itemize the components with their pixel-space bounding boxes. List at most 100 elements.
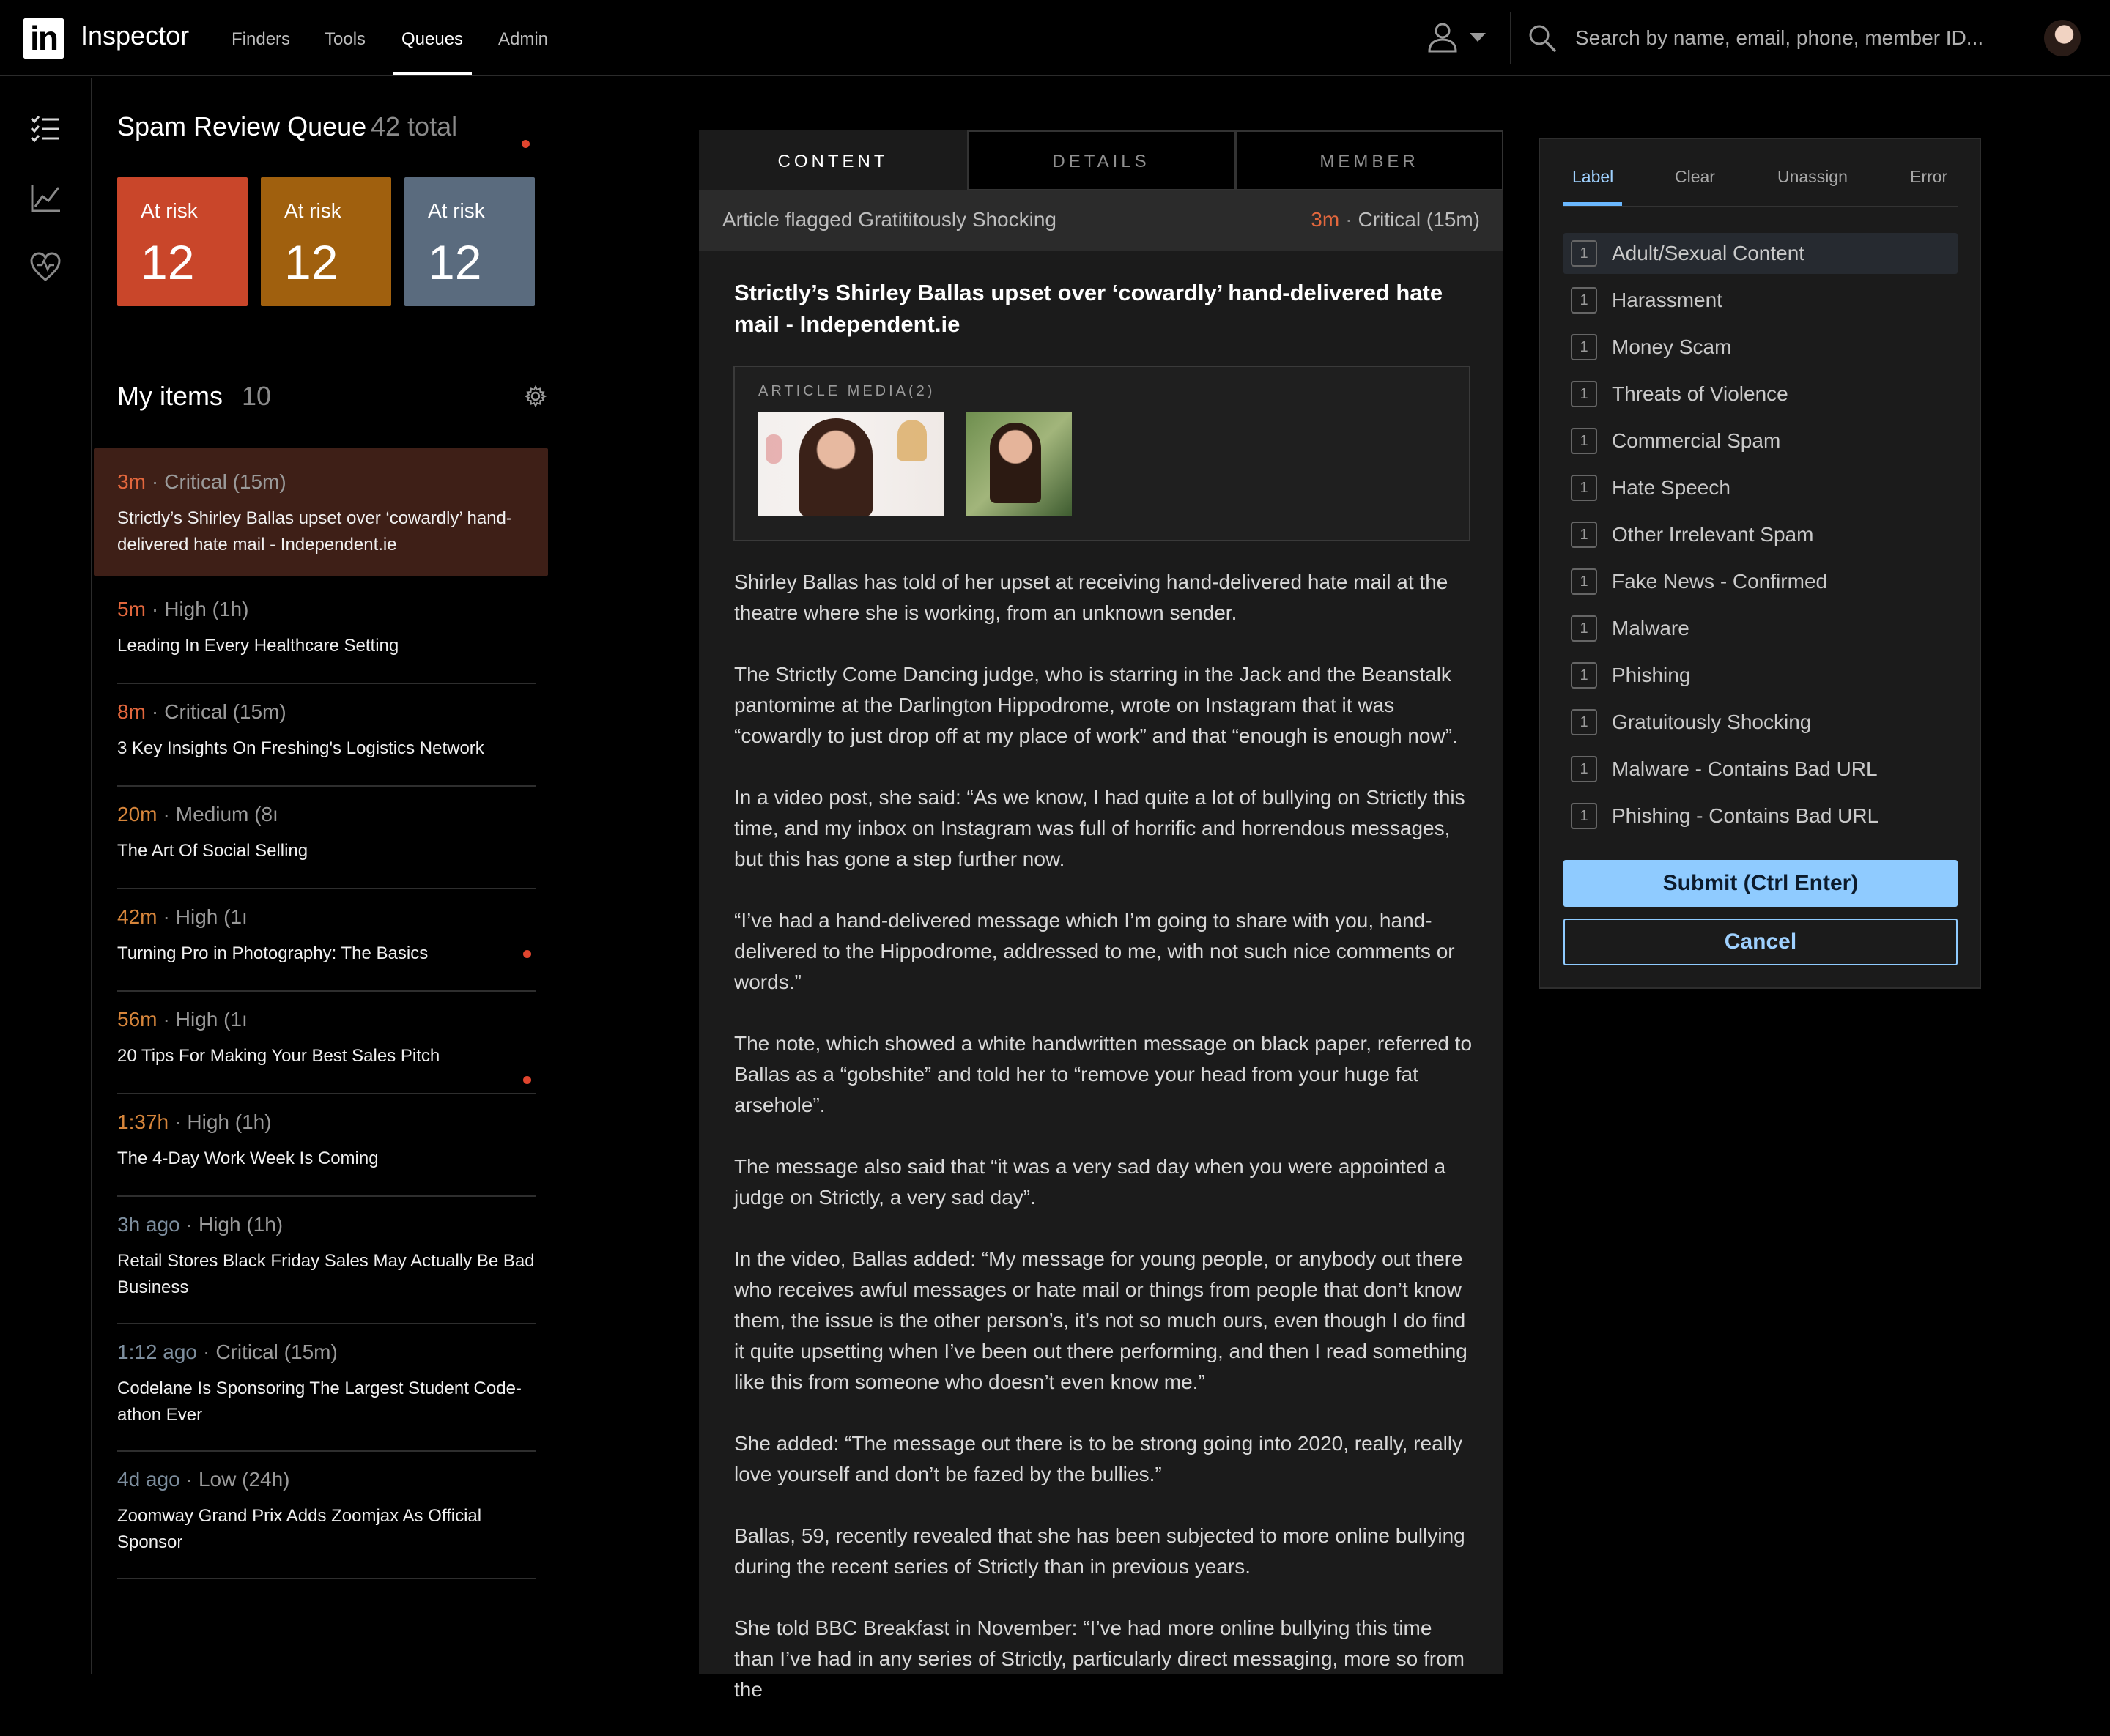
label-option[interactable]: 1 Hate Speech: [1563, 467, 1958, 508]
shortcut-key: 1: [1571, 334, 1597, 360]
risk-count: 12: [428, 235, 482, 289]
label-text: Other Irrelevant Spam: [1612, 523, 1814, 546]
label-text: Malware - Contains Bad URL: [1612, 757, 1878, 780]
shortcut-key: 1: [1571, 240, 1597, 267]
risk-card-low[interactable]: At risk 12: [404, 177, 535, 306]
queue-title: Spam Review Queue: [117, 111, 367, 141]
label-option[interactable]: 1 Malware: [1563, 608, 1958, 649]
item-title: 3 Key Insights On Freshing's Logistics N…: [117, 738, 484, 758]
tab-member[interactable]: MEMBER: [1235, 130, 1503, 190]
article-paragraph: In a video post, she said: “As we know, …: [734, 786, 1465, 870]
item-priority: Critical (15m): [215, 1340, 338, 1363]
unread-dot-icon: [522, 140, 530, 148]
label-option[interactable]: 1 Phishing - Contains Bad URL: [1563, 795, 1958, 837]
queue-item[interactable]: 42m · High (1ı Turning Pro in Photography:…: [94, 140, 548, 992]
label-option[interactable]: 1 Commercial Spam: [1563, 420, 1958, 461]
item-time: 42m: [117, 905, 158, 928]
item-title: 20 Tips For Making Your Best Sales Pitch: [117, 1046, 440, 1066]
item-time: 8m: [117, 700, 146, 723]
chevron-down-icon[interactable]: [1468, 31, 1487, 43]
risk-card-medium[interactable]: At risk 12: [261, 177, 391, 306]
item-priority: High (1ı: [175, 1008, 248, 1031]
submit-button[interactable]: Submit (Ctrl Enter): [1563, 860, 1958, 907]
checklist-icon[interactable]: [29, 113, 62, 145]
label-text: Adult/Sexual Content: [1612, 242, 1805, 264]
label-option[interactable]: 1 Adult/Sexual Content: [1563, 233, 1958, 274]
item-title: The 4-Day Work Week Is Coming: [117, 1149, 379, 1168]
search-icon[interactable]: [1528, 23, 1557, 53]
media-thumbnail[interactable]: [758, 412, 944, 516]
linkedin-logo[interactable]: in: [23, 18, 64, 59]
my-items-heading: My items: [117, 381, 223, 411]
flag-banner: Article flagged Gratititously Shocking 3…: [699, 190, 1503, 251]
top-bar: in Inspector Finders Tools Queues Admin: [0, 0, 2110, 76]
article-title: Strictly’s Shirley Ballas upset over ‘co…: [734, 280, 1443, 337]
label-text: Commercial Spam: [1612, 429, 1781, 452]
nav-tools[interactable]: Tools: [325, 29, 366, 50]
search-input[interactable]: [1575, 22, 1985, 54]
label-option[interactable]: 1 Fake News - Confirmed: [1563, 561, 1958, 602]
label-option[interactable]: 1 Malware - Contains Bad URL: [1563, 749, 1958, 790]
media-label: ARTICLE MEDIA(2): [758, 383, 936, 399]
tab-label[interactable]: Label: [1572, 167, 1613, 187]
heart-icon[interactable]: [29, 251, 62, 283]
queue-item[interactable]: 56m · High (1ı 20 Tips For Making Your Bes…: [94, 992, 548, 1094]
risk-count: 12: [284, 235, 338, 289]
label-text: Malware: [1612, 617, 1689, 639]
label-option[interactable]: 1 Money Scam: [1563, 327, 1958, 368]
queue-item[interactable]: 1:12 ago · Critical (15m) Codelane Is Spon…: [94, 1324, 548, 1452]
flag-dot-icon: [523, 1076, 531, 1084]
user-icon[interactable]: [1426, 21, 1459, 54]
label-option[interactable]: 1 Gratuitously Shocking: [1563, 702, 1958, 743]
label-option[interactable]: 1 Phishing: [1563, 655, 1958, 696]
queue-item[interactable]: 4d ago · Low (24h) Zoomway Grand Prix Adds…: [94, 1452, 548, 1579]
article-paragraph: In the video, Ballas added: “My message …: [734, 1247, 1467, 1393]
analytics-chart-icon[interactable]: [29, 182, 62, 214]
tab-error[interactable]: Error: [1910, 167, 1947, 187]
queue-item[interactable]: 20m · Medium (8ı The Art Of Social Selling: [94, 787, 548, 889]
queue-item[interactable]: 3m · Critical (15m) Strictly’s Shirley Bal…: [94, 448, 548, 576]
item-title: Codelane Is Sponsoring The Largest Stude…: [117, 1379, 522, 1425]
item-priority: High (1ı: [175, 905, 248, 928]
queue-item[interactable]: 1:37h · High (1h) The 4-Day Work Week Is C…: [94, 1094, 548, 1197]
item-time: 4d ago: [117, 1468, 180, 1491]
label-text: Harassment: [1612, 289, 1722, 311]
shortcut-key: 1: [1571, 475, 1597, 501]
item-priority: Low (24h): [198, 1468, 290, 1491]
avatar[interactable]: [2044, 20, 2081, 56]
gear-icon[interactable]: [525, 385, 547, 407]
shortcut-key: 1: [1571, 522, 1597, 548]
flag-time: 3m: [1311, 208, 1340, 231]
risk-label: At risk: [284, 199, 341, 222]
item-priority: High (1h): [187, 1110, 272, 1133]
label-option[interactable]: 1 Harassment: [1563, 280, 1958, 321]
queue-item[interactable]: 5m · High (1h) Leading In Every Healthcare…: [94, 576, 548, 684]
divider: [117, 1578, 536, 1579]
item-time: 20m: [117, 803, 158, 826]
nav-queues[interactable]: Queues: [401, 29, 463, 50]
item-time: 5m: [117, 598, 146, 620]
tab-clear[interactable]: Clear: [1675, 167, 1715, 187]
queue-item[interactable]: 3h ago · High (1h) Retail Stores Black Fri…: [94, 1197, 548, 1324]
label-option[interactable]: 1 Other Irrelevant Spam: [1563, 514, 1958, 555]
label-panel: Label Clear Unassign Error 1 Adult/Sexual…: [1539, 138, 1981, 989]
active-tab-indicator: [1563, 202, 1622, 206]
queue-sidebar: Spam Review Queue 42 total At risk 12 At…: [94, 78, 554, 1674]
tab-unassign[interactable]: Unassign: [1777, 167, 1848, 187]
media-thumbnail[interactable]: [966, 412, 1072, 516]
cancel-button[interactable]: Cancel: [1563, 919, 1958, 965]
item-title: The Art Of Social Selling: [117, 841, 308, 861]
item-priority: Critical (15m): [164, 700, 286, 723]
nav-admin[interactable]: Admin: [498, 29, 548, 50]
queue-item[interactable]: 8m · Critical (15m) 3 Key Insights On Fres…: [94, 684, 548, 787]
article-body: Shirley Ballas has told of her upset at …: [734, 567, 1474, 1736]
item-title: Strictly’s Shirley Ballas upset over ‘co…: [117, 508, 512, 554]
shortcut-key: 1: [1571, 568, 1597, 595]
item-time: 3h ago: [117, 1213, 180, 1236]
article-paragraph: The message also said that “it was a ver…: [734, 1155, 1446, 1209]
label-option[interactable]: 1 Threats of Violence: [1563, 374, 1958, 415]
tab-details[interactable]: DETAILS: [967, 130, 1235, 190]
tab-content[interactable]: CONTENT: [699, 130, 967, 190]
risk-card-critical[interactable]: At risk 12: [117, 177, 248, 306]
nav-finders[interactable]: Finders: [232, 29, 290, 50]
